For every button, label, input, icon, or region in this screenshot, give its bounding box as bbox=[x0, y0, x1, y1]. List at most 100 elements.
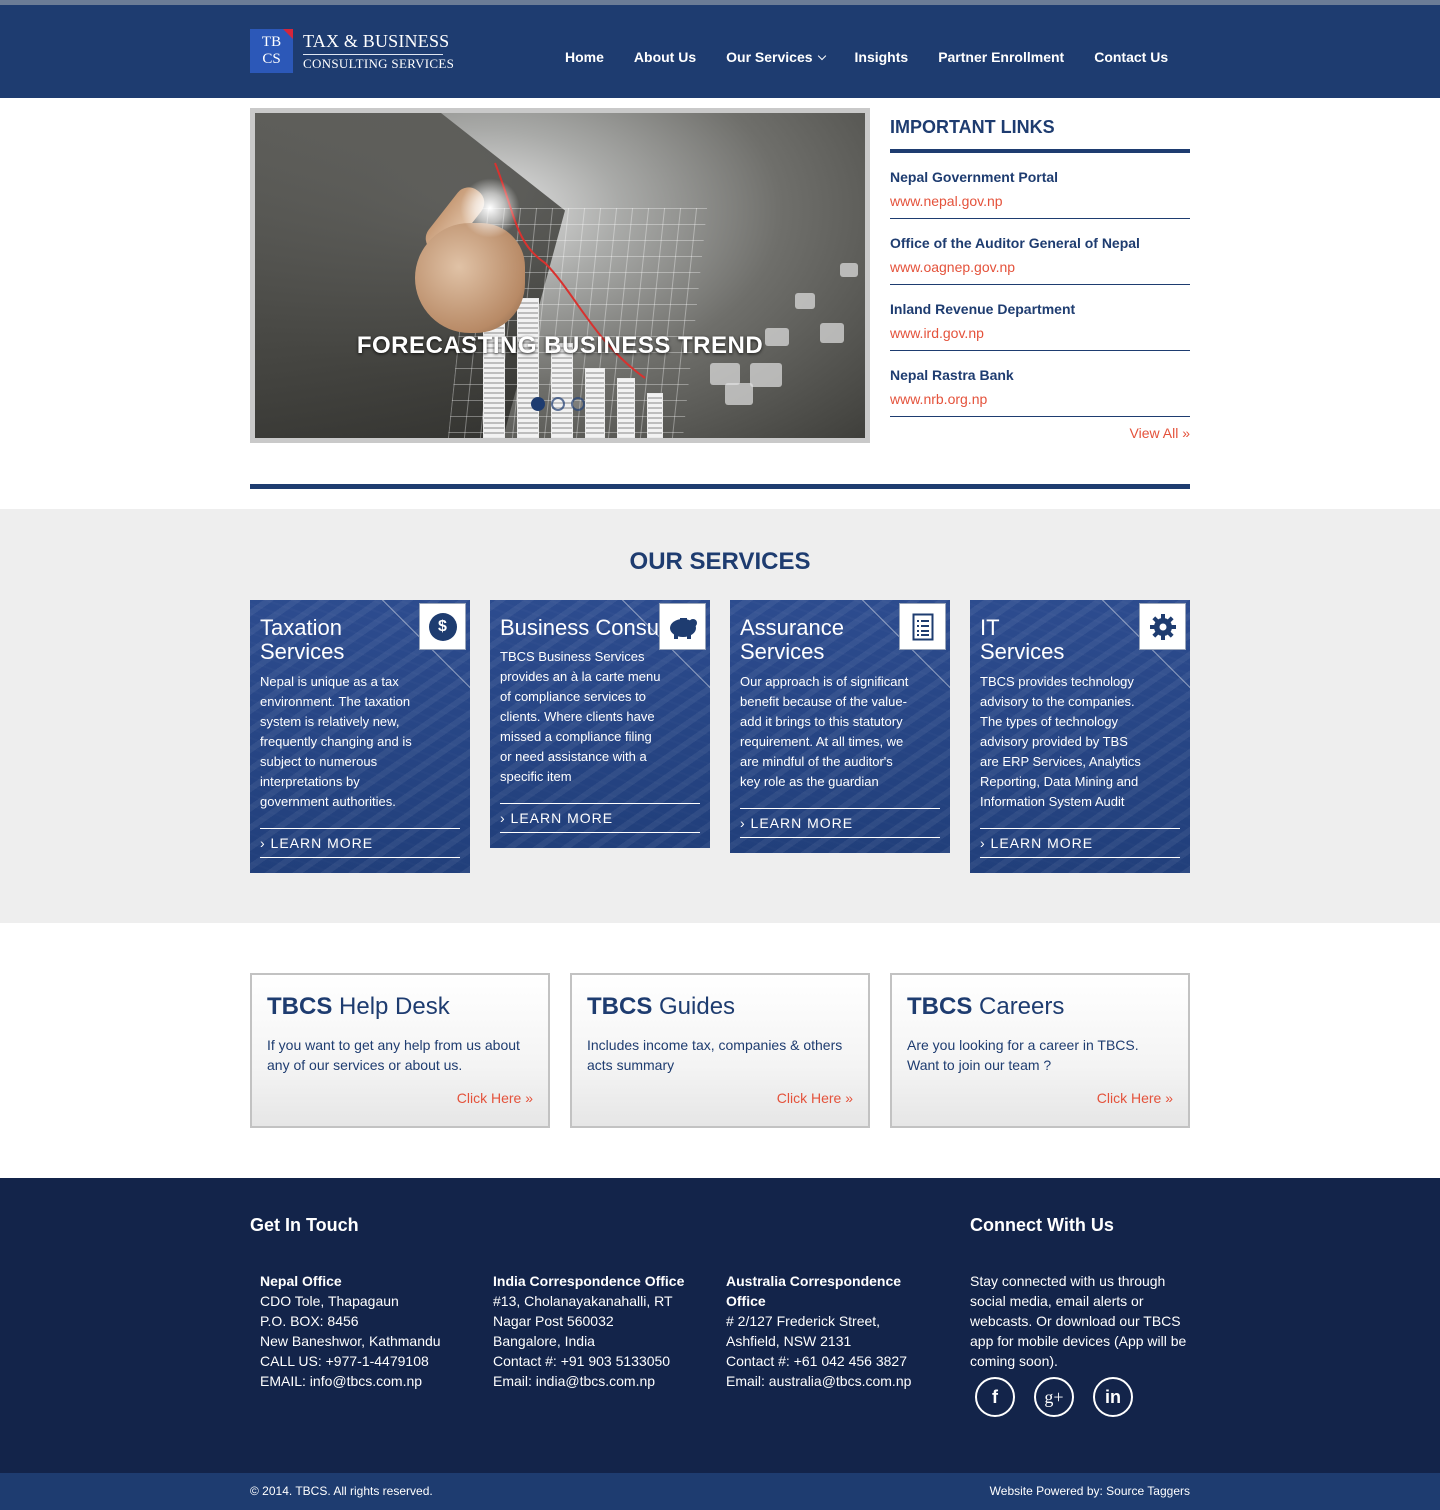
bottom-bar: © 2014. TBCS. All rights reserved. Websi… bbox=[0, 1473, 1440, 1510]
slide-hand bbox=[415, 223, 525, 333]
nav-our-services[interactable]: Our Services bbox=[726, 47, 826, 67]
link-title[interactable]: Office of the Auditor General of Nepal bbox=[890, 235, 1190, 251]
click-here-link[interactable]: Click Here » bbox=[587, 1090, 853, 1106]
service-title: Assurance Services bbox=[730, 600, 930, 664]
service-text: TBCS Business Services provides an à la … bbox=[500, 649, 661, 784]
office-line: Bangalore, India bbox=[493, 1333, 595, 1349]
careers-box: TBCS Careers Are you looking for a caree… bbox=[890, 973, 1190, 1128]
slide-bar bbox=[647, 393, 663, 438]
learn-more-button[interactable]: › LEARN MORE bbox=[740, 808, 940, 838]
office-line: CALL US: +977-1-4479108 bbox=[260, 1353, 429, 1369]
nav-partner-enrollment[interactable]: Partner Enrollment bbox=[938, 47, 1064, 67]
view-all-link[interactable]: View All » bbox=[890, 425, 1190, 441]
service-title: IT Services bbox=[970, 600, 1170, 664]
slider-dot-3[interactable] bbox=[571, 397, 585, 411]
service-title-line1: Assurance bbox=[740, 615, 844, 640]
info-box-title: TBCS Careers bbox=[907, 993, 1173, 1021]
site-header: TB CS TAX & BUSINESS CONSULTING SERVICES… bbox=[0, 5, 1440, 98]
site-footer: Get In Touch Connect With Us Nepal Offic… bbox=[0, 1178, 1440, 1473]
logo-corner bbox=[283, 29, 293, 39]
get-in-touch-title: Get In Touch bbox=[250, 1215, 359, 1235]
info-box-title: TBCS Guides bbox=[587, 993, 853, 1021]
office-india: India Correspondence Office #13, Cholana… bbox=[493, 1271, 703, 1391]
guides-box: TBCS Guides Includes income tax, compani… bbox=[570, 973, 870, 1128]
help-desk-box: TBCS Help Desk If you want to get any he… bbox=[250, 973, 550, 1128]
office-line: Nagar Post 560032 bbox=[493, 1313, 614, 1329]
facebook-icon[interactable]: f bbox=[975, 1377, 1015, 1417]
learn-more-button[interactable]: › LEARN MORE bbox=[500, 803, 700, 833]
piggy-bank-icon bbox=[669, 617, 697, 639]
link-title[interactable]: Nepal Rastra Bank bbox=[890, 367, 1190, 383]
slide-tile bbox=[750, 363, 782, 387]
office-name: Nepal Office bbox=[260, 1273, 342, 1289]
link-item: Nepal Rastra Bank www.nrb.org.np bbox=[890, 351, 1190, 417]
office-email[interactable]: Email: india@tbcs.com.np bbox=[493, 1371, 703, 1391]
learn-more-button[interactable]: › LEARN MORE bbox=[980, 828, 1180, 858]
slider-dot-1[interactable] bbox=[531, 397, 545, 411]
link-item: Nepal Government Portal www.nepal.gov.np bbox=[890, 153, 1190, 219]
logo-badge-line2: CS bbox=[262, 51, 281, 67]
info-box-title-text: Help Desk bbox=[332, 993, 450, 1020]
info-box-brand: TBCS bbox=[267, 993, 333, 1020]
link-item: Inland Revenue Department www.ird.gov.np bbox=[890, 285, 1190, 351]
service-title-line2: Services bbox=[980, 639, 1065, 664]
info-box-text: If you want to get any help from us abou… bbox=[267, 1037, 520, 1073]
link-url[interactable]: www.ird.gov.np bbox=[890, 325, 1190, 341]
slide-tile bbox=[840, 263, 858, 277]
office-email[interactable]: EMAIL: info@tbcs.com.np bbox=[260, 1371, 470, 1391]
learn-more-button[interactable]: › LEARN MORE bbox=[260, 828, 460, 858]
logo[interactable]: TB CS TAX & BUSINESS CONSULTING SERVICES bbox=[250, 29, 454, 75]
nav-contact-us[interactable]: Contact Us bbox=[1094, 47, 1168, 67]
info-box-brand: TBCS bbox=[587, 993, 653, 1020]
logo-subtitle: CONSULTING SERVICES bbox=[303, 56, 455, 71]
link-url[interactable]: www.nepal.gov.np bbox=[890, 193, 1190, 209]
important-links-title: IMPORTANT LINKS bbox=[890, 108, 1190, 153]
info-box-text: Includes income tax, companies & others … bbox=[587, 1037, 843, 1073]
info-box-text: Are you looking for a career in TBCS. Wa… bbox=[907, 1037, 1139, 1073]
office-email[interactable]: Email: australia@tbcs.com.np bbox=[726, 1371, 926, 1391]
google-plus-icon[interactable]: g+ bbox=[1034, 1377, 1074, 1417]
slide-tile bbox=[710, 363, 740, 385]
service-title-line1: IT bbox=[980, 615, 1000, 640]
chevron-down-icon bbox=[817, 51, 826, 60]
nav-insights[interactable]: Insights bbox=[855, 47, 909, 67]
link-title[interactable]: Inland Revenue Department bbox=[890, 301, 1190, 317]
info-box-title-text: Guides bbox=[652, 993, 736, 1020]
connect-text: Stay connected with us through social me… bbox=[970, 1273, 1187, 1369]
slide-tile bbox=[725, 383, 753, 405]
office-name: Australia Correspondence Office bbox=[726, 1273, 902, 1309]
service-card-business: Business Consulting TBCS Business Servic… bbox=[490, 600, 710, 848]
nav-about-us[interactable]: About Us bbox=[634, 47, 696, 67]
service-card-it: IT Services TBCS provides technology advi… bbox=[970, 600, 1190, 873]
link-title[interactable]: Nepal Government Portal bbox=[890, 169, 1190, 185]
service-title-line2: Services bbox=[260, 639, 345, 664]
office-line: CDO Tole, Thapagaun bbox=[260, 1293, 399, 1309]
link-url[interactable]: www.oagnep.gov.np bbox=[890, 259, 1190, 275]
info-box-brand: TBCS bbox=[907, 993, 973, 1020]
slider-dots bbox=[531, 397, 591, 411]
office-line: New Baneshwor, Kathmandu bbox=[260, 1333, 441, 1349]
slide-image: FORECASTING BUSINESS TREND bbox=[255, 113, 865, 438]
office-australia: Australia Correspondence Office # 2/127 … bbox=[726, 1271, 926, 1391]
nav-home[interactable]: Home bbox=[565, 47, 604, 67]
logo-badge: TB CS bbox=[250, 29, 293, 73]
link-url[interactable]: www.nrb.org.np bbox=[890, 391, 1190, 407]
services-title: OUR SERVICES bbox=[629, 548, 811, 575]
hero-slider: FORECASTING BUSINESS TREND bbox=[250, 108, 870, 443]
hero-divider bbox=[250, 484, 1190, 489]
service-title: Taxation Services bbox=[250, 600, 450, 664]
slider-dot-2[interactable] bbox=[551, 397, 565, 411]
service-text: TBCS provides technology advisory to the… bbox=[980, 674, 1141, 809]
info-box-title: TBCS Help Desk bbox=[267, 993, 533, 1021]
slide-glow bbox=[460, 178, 520, 238]
important-links: IMPORTANT LINKS Nepal Government Portal … bbox=[890, 108, 1190, 441]
logo-rule bbox=[303, 54, 443, 55]
click-here-link[interactable]: Click Here » bbox=[907, 1090, 1173, 1106]
click-here-link[interactable]: Click Here » bbox=[267, 1090, 533, 1106]
office-line: #13, Cholanayakanahalli, RT bbox=[493, 1293, 673, 1309]
powered-by-link[interactable]: Website Powered by: Source Taggers bbox=[990, 1484, 1190, 1498]
service-title-line2: Services bbox=[740, 639, 825, 664]
office-line: Contact #: +91 903 5133050 bbox=[493, 1353, 671, 1369]
linkedin-icon[interactable]: in bbox=[1093, 1377, 1133, 1417]
nav-our-services-label: Our Services bbox=[726, 49, 813, 65]
